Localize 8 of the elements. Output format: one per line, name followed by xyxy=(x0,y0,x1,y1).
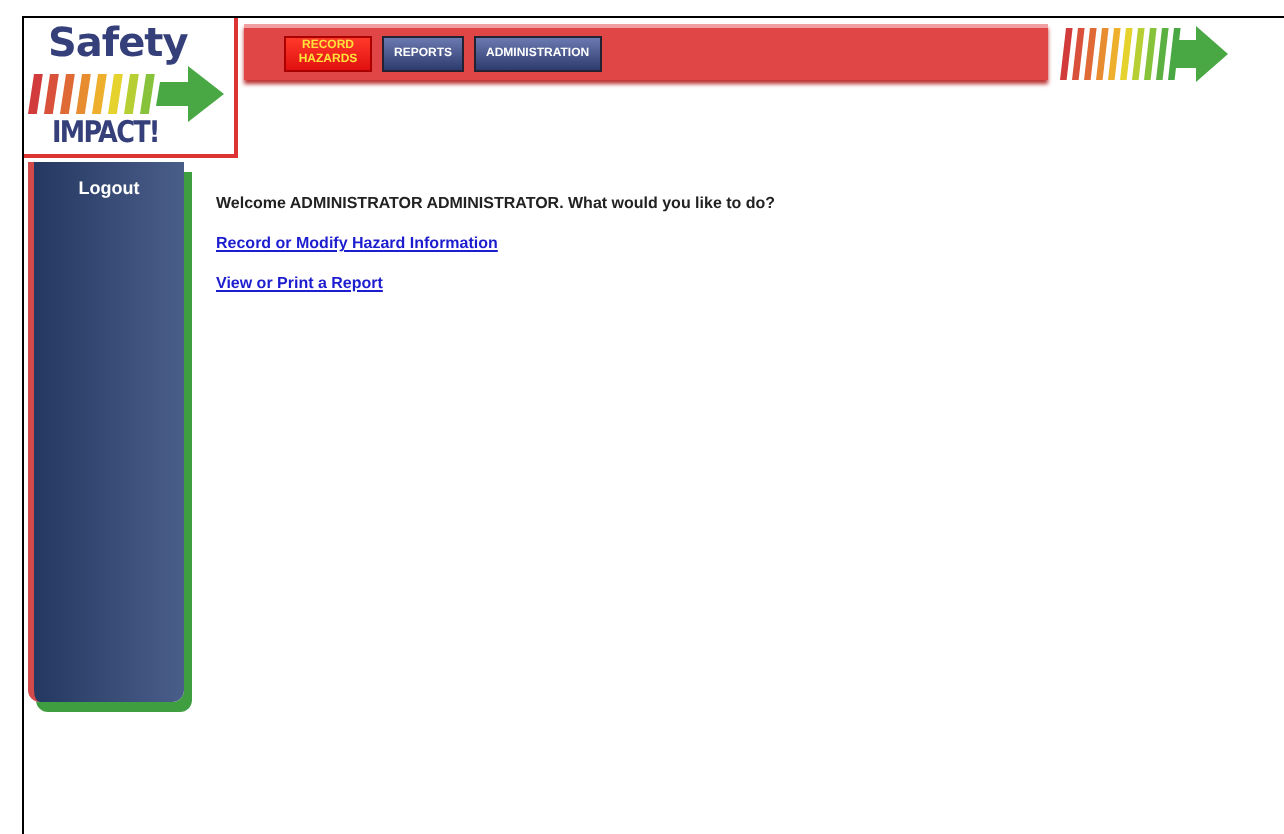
striped-arrow-icon xyxy=(1060,22,1232,86)
welcome-message: Welcome ADMINISTRATOR ADMINISTRATOR. What would you like to do? xyxy=(216,194,778,212)
logo-text: IMPACT! xyxy=(52,114,159,150)
logo-text: Safety xyxy=(48,18,188,66)
striped-arrow-icon xyxy=(28,66,228,122)
menu-link[interactable]: Record or Modify Hazard Information xyxy=(216,234,498,252)
menu-link[interactable]: View or Print a Report xyxy=(216,274,383,292)
logout-link[interactable]: Logout xyxy=(78,178,140,198)
